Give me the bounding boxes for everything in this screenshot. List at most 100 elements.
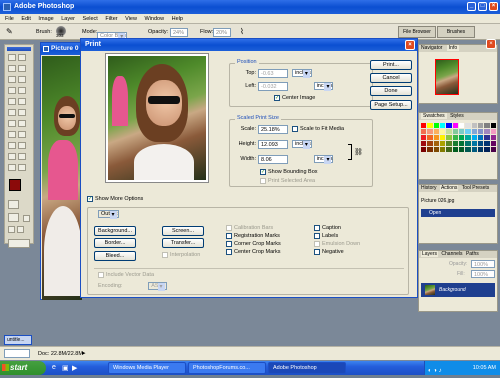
negative-option[interactable]: Negative: [314, 248, 394, 256]
registration-marks-checkbox[interactable]: [226, 232, 232, 239]
center-image-option[interactable]: ✓ Center Image: [274, 94, 315, 102]
swatch-cell[interactable]: [427, 141, 433, 146]
swatch-cell[interactable]: [478, 123, 484, 128]
lasso-tool-icon[interactable]: [8, 65, 16, 72]
screen-mode-3-icon[interactable]: [17, 226, 24, 233]
close-icon[interactable]: ×: [489, 2, 498, 11]
border-button[interactable]: Border...: [94, 238, 136, 248]
negative-checkbox[interactable]: [314, 248, 320, 255]
swatch-cell[interactable]: [484, 141, 490, 146]
layer-opacity-field[interactable]: 100%: [471, 260, 495, 268]
notes-tool-icon[interactable]: [8, 153, 16, 160]
swatch-cell[interactable]: [465, 141, 471, 146]
swatch-cell[interactable]: [433, 135, 439, 140]
type-tool-icon[interactable]: [18, 131, 26, 138]
swatch-cell[interactable]: [490, 147, 496, 152]
foreground-color-swatch[interactable]: [9, 179, 21, 191]
swatch-cell[interactable]: [421, 141, 427, 146]
brush-icon[interactable]: [18, 87, 26, 94]
navigator-thumbnail[interactable]: [435, 59, 459, 95]
transfer-button[interactable]: Transfer...: [162, 238, 204, 248]
scale-to-fit-checkbox[interactable]: [292, 125, 298, 132]
swatch-cell[interactable]: [421, 147, 427, 152]
eraser-icon[interactable]: [8, 109, 16, 116]
swatch-cell[interactable]: [452, 141, 458, 146]
swatch-cell[interactable]: [459, 147, 465, 152]
swatch-cell[interactable]: [446, 135, 452, 140]
swatch-cell[interactable]: [421, 123, 427, 128]
swatch-cell[interactable]: [427, 123, 433, 128]
swatch-cell[interactable]: [490, 135, 496, 140]
labels-checkbox[interactable]: [314, 232, 320, 239]
swatch-cell[interactable]: [440, 123, 446, 128]
document-canvas[interactable]: [42, 56, 82, 300]
page-setup-button[interactable]: Page Setup...: [370, 100, 412, 110]
corner-crop-marks-checkbox[interactable]: [226, 240, 232, 247]
menu-view[interactable]: View: [125, 16, 137, 22]
quick-launch-media-icon[interactable]: ▶: [72, 364, 77, 372]
minimized-document[interactable]: untitle...: [4, 335, 32, 345]
width-field[interactable]: 8.06: [258, 155, 288, 164]
swatch-cell[interactable]: [478, 135, 484, 140]
swatch-cell[interactable]: [452, 123, 458, 128]
tab-file-browser[interactable]: File Browser: [398, 26, 436, 38]
screen-button[interactable]: Screen...: [162, 226, 204, 236]
history-item[interactable]: Open: [421, 209, 495, 217]
pen-tool-icon[interactable]: [8, 142, 16, 149]
zoom-field[interactable]: [4, 349, 30, 358]
menu-edit[interactable]: Edit: [21, 16, 30, 22]
width-unit-select[interactable]: inches: [313, 155, 334, 163]
show-more-options-checkbox[interactable]: ✓: [87, 195, 93, 202]
tab-styles[interactable]: Styles: [450, 113, 464, 119]
output-select[interactable]: Output: [98, 210, 119, 218]
path-select-icon[interactable]: [8, 131, 16, 138]
eyedropper-icon[interactable]: [18, 153, 26, 160]
show-bounding-box-checkbox[interactable]: ✓: [260, 168, 266, 175]
left-field[interactable]: -0.032: [258, 82, 288, 91]
swatch-cell[interactable]: [484, 129, 490, 134]
menu-filter[interactable]: Filter: [105, 16, 117, 22]
marquee-tool-icon[interactable]: [8, 54, 16, 61]
menu-help[interactable]: Help: [172, 16, 183, 22]
swatch-cell[interactable]: [446, 123, 452, 128]
show-bounding-box-option[interactable]: ✓ Show Bounding Box: [260, 168, 318, 176]
swatch-cell[interactable]: [459, 135, 465, 140]
gradient-icon[interactable]: [18, 109, 26, 116]
quick-launch-desktop-icon[interactable]: ▣: [62, 364, 69, 372]
tab-channels[interactable]: Channels: [441, 251, 462, 257]
tab-history[interactable]: History: [421, 185, 437, 191]
caption-checkbox[interactable]: [314, 224, 320, 231]
swatch-cell[interactable]: [427, 147, 433, 152]
height-field[interactable]: 12.093: [258, 140, 288, 149]
swatch-cell[interactable]: [440, 147, 446, 152]
swatch-cell[interactable]: [459, 129, 465, 134]
swatch-cell[interactable]: [427, 135, 433, 140]
tray-icons[interactable]: ◐ ◑ ♪: [428, 364, 442, 378]
swatch-cell[interactable]: [490, 123, 496, 128]
scale-field[interactable]: 25.18%: [258, 125, 288, 134]
swatch-cell[interactable]: [452, 129, 458, 134]
flow-field[interactable]: 20%: [213, 28, 231, 37]
swatch-cell[interactable]: [471, 123, 477, 128]
zoom-tool-icon[interactable]: [18, 164, 26, 171]
hand-tool-icon[interactable]: [8, 164, 16, 171]
swatch-cell[interactable]: [433, 147, 439, 152]
swatch-cell[interactable]: [446, 129, 452, 134]
corner-crop-marks-option[interactable]: Corner Crop Marks: [226, 240, 306, 248]
height-unit-select[interactable]: inches: [292, 140, 312, 148]
show-more-options[interactable]: ✓ Show More Options: [87, 195, 143, 203]
tab-actions[interactable]: Actions: [439, 185, 459, 191]
swatch-cell[interactable]: [421, 135, 427, 140]
tab-tool-presets[interactable]: Tool Presets: [462, 185, 490, 191]
quick-mask-icon[interactable]: [8, 213, 19, 222]
center-crop-marks-option[interactable]: Center Crop Marks: [226, 248, 306, 256]
jump-to-imageready-icon[interactable]: [8, 239, 30, 248]
swatch-cell[interactable]: [478, 147, 484, 152]
history-brush-icon[interactable]: [18, 98, 26, 105]
menu-image[interactable]: Image: [38, 16, 53, 22]
swatch-cell[interactable]: [427, 129, 433, 134]
healing-brush-icon[interactable]: [8, 87, 16, 94]
airbrush-icon[interactable]: ⌇: [240, 27, 250, 37]
background-button[interactable]: Background...: [94, 226, 136, 236]
layer-row-background[interactable]: Background: [421, 283, 495, 297]
